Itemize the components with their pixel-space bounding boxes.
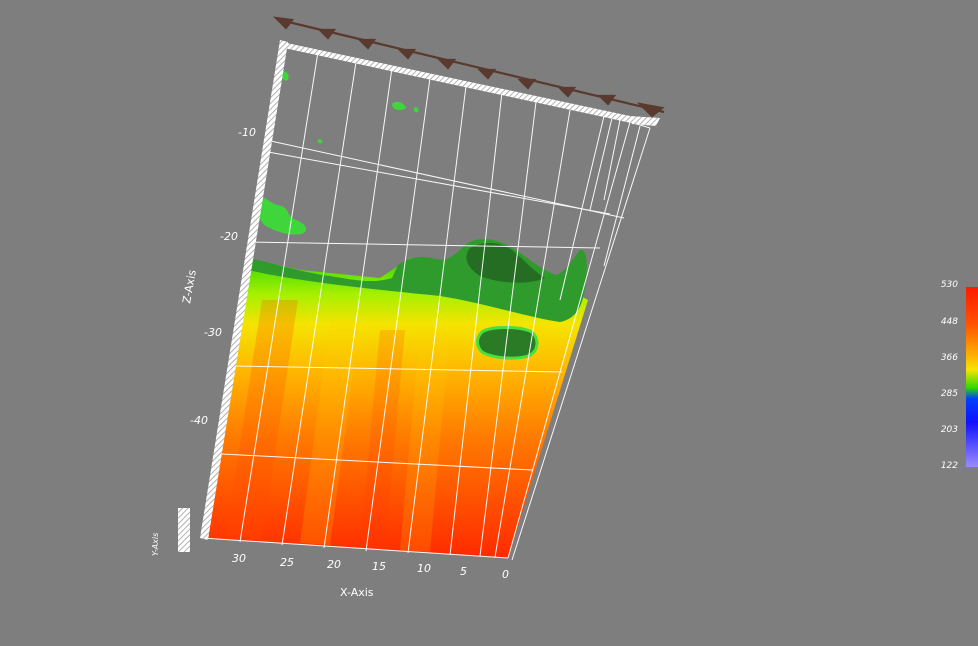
x-axis-ticks: 30 25 20 15 10 5 0 — [232, 552, 509, 581]
z-tick: -40 — [190, 414, 208, 427]
z-tick: -10 — [238, 126, 256, 139]
legend-label: 448 — [940, 317, 958, 327]
legend-label-max: 530 — [940, 280, 958, 290]
y-axis-title: Y-Axis — [151, 533, 160, 556]
x-tick: 0 — [502, 568, 509, 581]
x-tick: 5 — [460, 565, 467, 578]
x-tick: 30 — [232, 552, 246, 565]
legend-label: 366 — [940, 353, 958, 363]
legend-label: 203 — [940, 425, 958, 435]
x-tick: 25 — [280, 556, 294, 569]
x-tick: 20 — [327, 558, 341, 571]
legend-label-min: 122 — [940, 461, 958, 471]
3d-viewport[interactable]: 30 25 20 15 10 5 0 X-Axis -10 -20 -30 -4… — [0, 0, 978, 646]
z-axis-title: Z-Axis — [180, 269, 199, 305]
x-axis-title: X-Axis — [340, 586, 374, 599]
vector-glyphs — [272, 16, 665, 118]
color-legend: 530 448 366 285 203 122 — [940, 278, 978, 471]
legend-label: 285 — [940, 389, 958, 399]
x-tick: 15 — [372, 560, 386, 573]
z-tick: -30 — [204, 326, 222, 339]
x-tick: 10 — [417, 562, 431, 575]
z-tick: -20 — [220, 230, 238, 243]
legend-color-bar — [966, 287, 978, 467]
